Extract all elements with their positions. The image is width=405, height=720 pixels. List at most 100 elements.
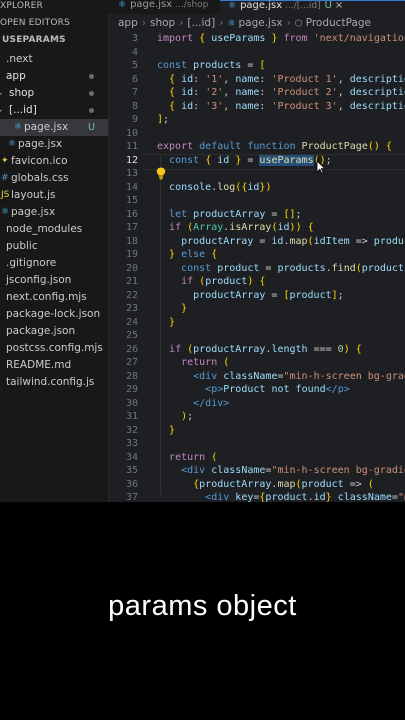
line-number: 29 [125, 384, 138, 395]
modified-dot-icon [89, 108, 94, 113]
favicon-file-icon: ✦ [1, 156, 9, 166]
line-number: 16 [125, 208, 138, 220]
react-file-icon: ⚛ [228, 1, 237, 11]
line-number: 36 [125, 478, 138, 490]
file-tree-item[interactable]: tailwind.config.js [0, 374, 108, 391]
file-tree-item[interactable]: ⚛ page.jsx [0, 204, 108, 221]
file-tree-item[interactable]: next.config.mjs [0, 289, 108, 306]
line-number: 5 [131, 60, 138, 71]
code-line: <div className="min-h-screen bg-gradient… [181, 465, 405, 476]
line-number: 30 [125, 397, 138, 409]
file-tree-item[interactable]: public [0, 238, 108, 255]
line-number: 8 [131, 100, 138, 112]
line-number: 15 [125, 195, 138, 206]
file-tree-label: next.config.mjs [6, 291, 87, 303]
untracked-badge: U [324, 0, 332, 11]
code-line: ); [181, 411, 194, 422]
code-line: <div className="min-h-screen bg-gradient… [193, 370, 405, 382]
code-line: return ( [169, 451, 218, 463]
tab-shop-page[interactable]: ⚛ page.jsx .../shop [108, 0, 212, 14]
file-tree-item[interactable]: ⚛ page.jsx [0, 136, 108, 153]
file-tree-item[interactable]: ⚛ page.jsx U [0, 119, 108, 136]
file-tree-label: page.jsx [11, 206, 56, 218]
file-tree-item[interactable]: .gitignore [0, 255, 108, 272]
line-number: 25 [125, 330, 138, 341]
code-line: console.log({id}) [169, 181, 272, 193]
chevron-down-icon: ⌄ [0, 85, 4, 102]
line-number: 19 [125, 249, 138, 260]
file-tree-label: .next [6, 53, 33, 65]
lightbulb-icon[interactable] [156, 167, 166, 180]
tab-label: page.jsx [240, 0, 283, 11]
code-line: } [181, 303, 188, 314]
chevron-right-icon: › [179, 17, 184, 29]
code-line: if (product) { [181, 276, 266, 287]
file-tree-item[interactable]: ⌄ [...id] [0, 102, 108, 119]
line-number: 23 [125, 303, 138, 314]
file-tree-item[interactable]: ⌄ shop [0, 85, 108, 102]
symbol-function-icon: ⬡ [294, 19, 303, 29]
file-tree-label: app [6, 70, 26, 82]
chevron-right-icon: › [286, 17, 291, 29]
breadcrumb-item[interactable]: app [118, 17, 138, 29]
line-number: 31 [125, 411, 138, 422]
code-line: const product = products.find(product =>… [181, 262, 404, 274]
line-number: 26 [125, 343, 138, 355]
react-file-icon: ⚛ [227, 19, 236, 29]
file-tree-item[interactable]: .next [0, 51, 108, 68]
file-tree-item[interactable]: package.json [0, 323, 108, 340]
video-caption: params object [108, 590, 297, 622]
code-line: </div> [193, 397, 230, 409]
line-number: 11 [125, 141, 138, 152]
file-tree-label: node_modules [6, 223, 83, 235]
line-number: 32 [125, 424, 138, 436]
code-area[interactable]: import { useParams } from 'next/navigati… [157, 32, 405, 502]
file-tree-label: public [6, 240, 38, 252]
file-tree-item[interactable]: package-lock.json [0, 306, 108, 323]
code-line: <div key={product.id} className="mb-6 [205, 492, 405, 502]
file-tree-item[interactable]: node_modules [0, 221, 108, 238]
breadcrumb-item[interactable]: page.jsx [238, 17, 282, 29]
file-tree-item[interactable]: README.md [0, 357, 108, 374]
line-number: 33 [125, 438, 138, 449]
react-file-icon: ⚛ [14, 122, 23, 132]
modified-dot-icon [89, 91, 94, 96]
file-tree-item[interactable]: jsconfig.json [0, 272, 108, 289]
file-tree-label: README.md [6, 359, 72, 371]
breadcrumb-item[interactable]: ProductPage [306, 17, 371, 29]
tab-id-page[interactable]: ⚛ page.jsx .../[...id] U × [220, 0, 405, 14]
tab-path: .../shop [175, 0, 209, 10]
breadcrumb: app › shop › [...id] › ⚛ page.jsx › ⬡ ProductPage [108, 14, 405, 32]
code-line: } [169, 424, 176, 436]
code-line: ]; [157, 114, 170, 125]
file-tree-label: globals.css [11, 172, 69, 184]
line-number: 35 [125, 465, 138, 476]
file-tree-item[interactable]: ✦ favicon.ico [0, 153, 108, 170]
open-editors-section[interactable]: OPEN EDITORS [0, 18, 70, 28]
editor-tabs: ⚛ page.jsx .../shop ⚛ page.jsx .../[...id] U × [108, 0, 405, 14]
close-tab-icon[interactable]: × [335, 0, 343, 11]
line-number: 37 [125, 492, 138, 502]
react-file-icon: ⚛ [1, 207, 10, 217]
project-root[interactable]: USEPARAMS [2, 35, 66, 45]
explorer-title: XPLORER [0, 1, 43, 11]
mouse-cursor-icon [316, 160, 326, 174]
line-number: 24 [125, 316, 138, 328]
file-tree-label: jsconfig.json [6, 274, 72, 286]
breadcrumb-item[interactable]: [...id] [187, 17, 215, 29]
file-tree-item[interactable]: postcss.config.mjs [0, 340, 108, 357]
line-number: 28 [125, 370, 138, 382]
code-line: { id: '1', name: 'Product 1', descriptio… [169, 73, 405, 85]
code-line: productArray = id.map(idItem => products… [181, 235, 405, 247]
file-tree-label: layout.js [11, 189, 56, 201]
code-line: return ( [181, 357, 230, 368]
line-number: 6 [131, 73, 138, 85]
untracked-badge: U [88, 122, 95, 133]
file-tree-item[interactable]: app [0, 68, 108, 85]
file-tree-item[interactable]: JS layout.js [0, 187, 108, 204]
breadcrumb-item[interactable]: shop [150, 17, 175, 29]
file-tree-item[interactable]: # globals.css [0, 170, 108, 187]
line-number: 18 [125, 235, 138, 247]
code-line: <p>Product not found</p> [205, 384, 350, 395]
react-file-icon: ⚛ [118, 0, 127, 10]
